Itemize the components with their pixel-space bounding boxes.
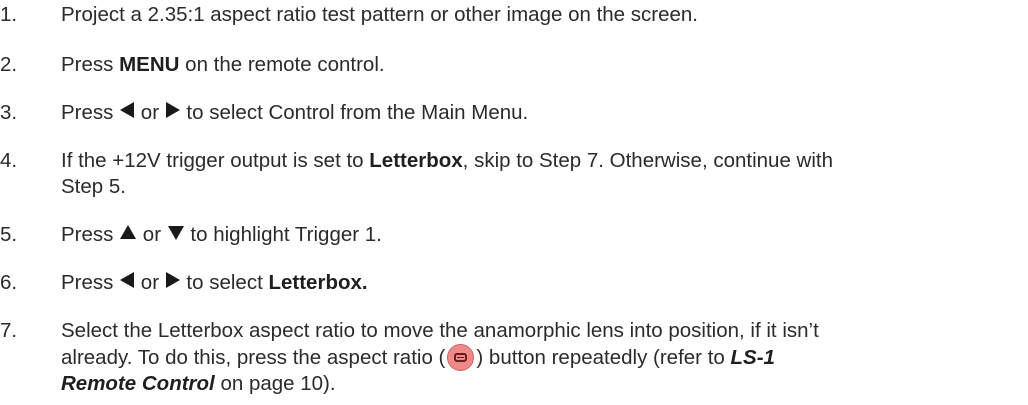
text-segment: Press [61,101,120,124]
text-segment: to highlight Trigger 1. [184,223,382,246]
text-segment: to select Control from the Main Menu. [180,101,529,124]
step-number: 6. [0,271,18,294]
step-number: 3. [0,101,18,124]
step-number: 4. [0,149,18,172]
step-number: 7. [0,319,18,342]
step-text: Press MENU on the remote control. [61,52,1001,78]
text-segment: or [135,101,165,124]
up-arrow-icon [120,225,137,239]
aspect-ratio-button-icon [447,344,475,371]
down-arrow-icon [167,226,184,240]
text-segment: or [135,271,165,294]
text-segment: or [137,223,167,246]
text-segment: , skip to Step 7. Otherwise, continue wi… [462,149,833,172]
step-text: If the +12V trigger output is set to Let… [61,148,1001,200]
right-arrow-icon [165,272,180,288]
right-arrow-icon [165,102,180,118]
text-segment: If the +12V trigger output is set to [61,149,370,172]
aspect-ratio-symbol [454,353,468,362]
step-text: Select the Letterbox aspect ratio to mov… [61,318,1001,397]
step-number: 1. [0,3,18,26]
text-segment: Press [61,271,120,294]
instruction-steps: 1. Project a 2.35:1 aspect ratio test pa… [0,0,1028,405]
menu-key-label: MENU [119,53,180,76]
text-segment: Step 5. [61,175,126,198]
text-segment: on page 10). [214,372,336,395]
step-text: Press or to highlight Trigger 1. [61,222,1001,248]
text-segment: Press [61,223,120,246]
step-number: 2. [0,53,18,76]
left-arrow-icon [120,272,135,288]
text-segment: Press [61,53,120,76]
step-text: Press or to select Letterbox. [61,270,1001,296]
reference-link-remote-control: Remote Control [61,372,215,395]
text-segment: already. To do this, press the aspect ra… [61,346,446,369]
text-segment: on the remote control. [179,53,385,76]
step-text: Press or to select Control from the Main… [61,100,1001,126]
left-arrow-icon [120,102,135,118]
step-text: Project a 2.35:1 aspect ratio test patte… [61,3,699,26]
reference-link-ls1: LS-1 [730,346,775,369]
letterbox-label: Letterbox [369,149,463,172]
letterbox-label: Letterbox. [268,271,368,294]
step-number: 5. [0,223,18,246]
text-segment: ) button repeatedly (refer to [476,346,731,369]
text-segment: to select [180,271,269,294]
text-segment: Select the Letterbox aspect ratio to mov… [61,319,819,342]
